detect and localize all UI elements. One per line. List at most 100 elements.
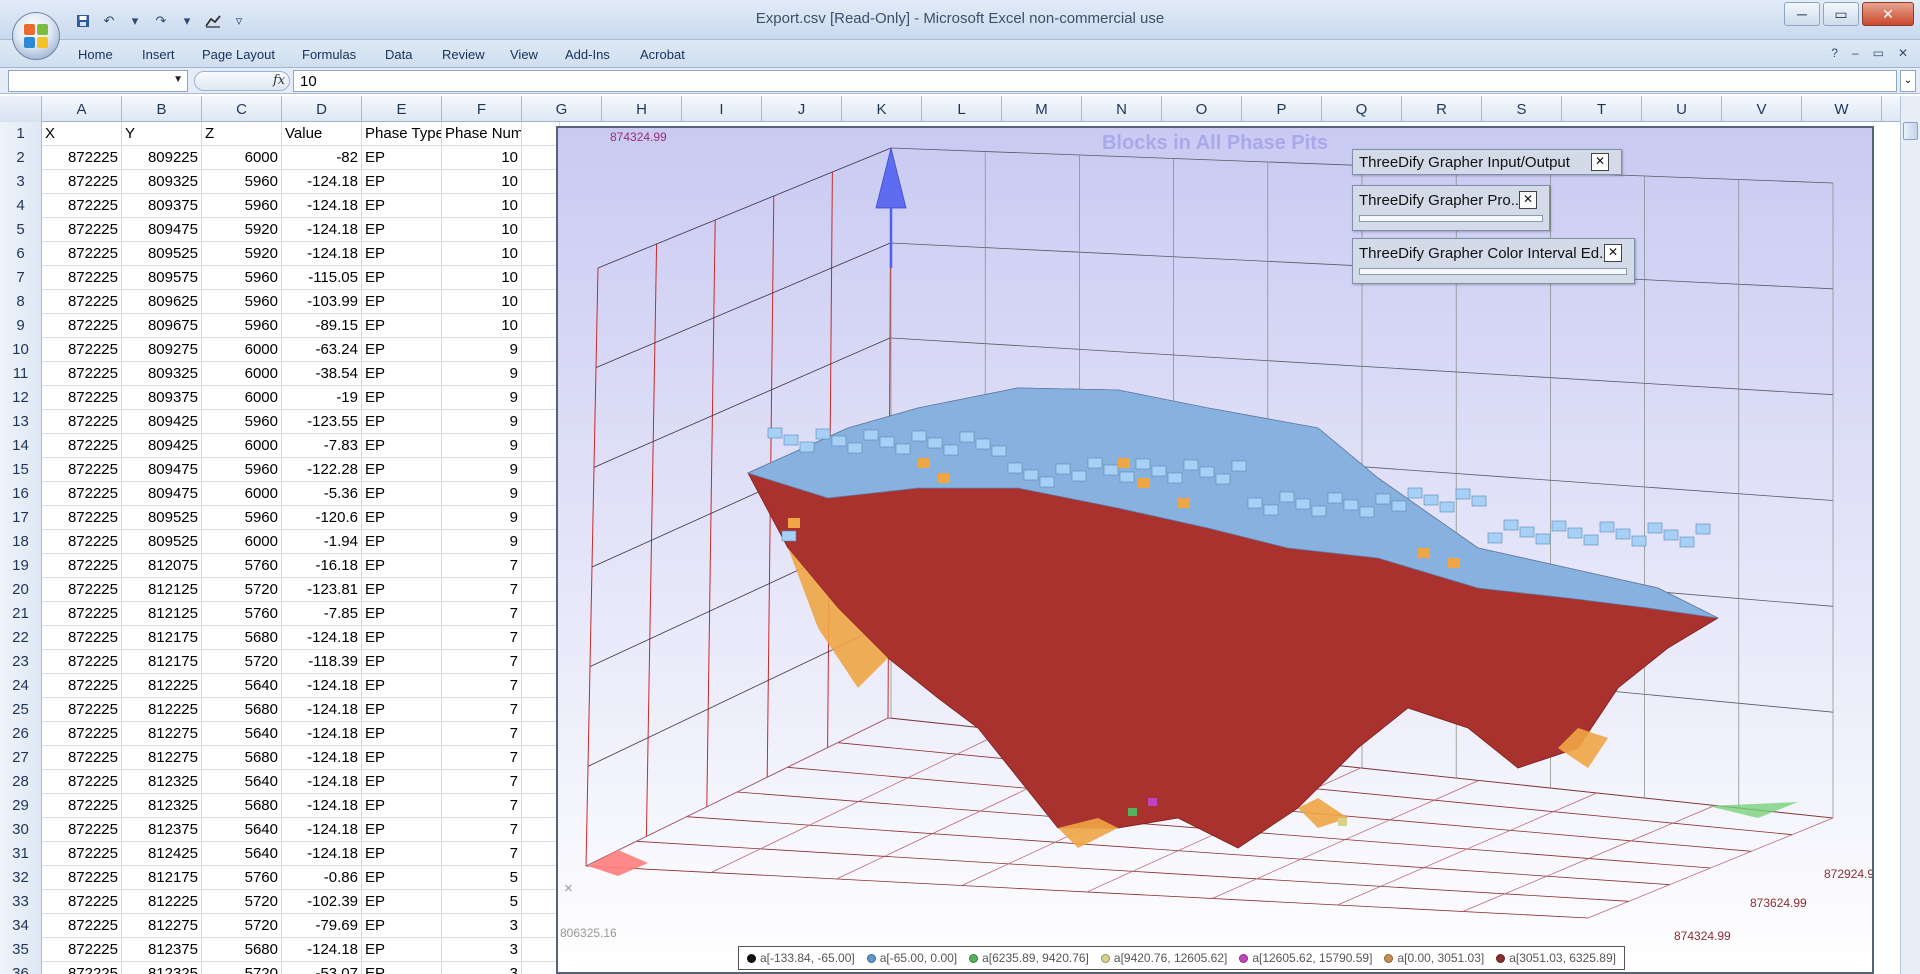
grid-cell[interactable] (522, 914, 560, 938)
grid-cell[interactable]: 809525 (122, 530, 202, 554)
grid-cell[interactable]: 5960 (202, 506, 282, 530)
grid-cell[interactable]: 872225 (42, 962, 122, 974)
grid-cell[interactable] (522, 698, 560, 722)
grid-cell[interactable]: 809225 (122, 146, 202, 170)
grid-cell[interactable]: 7 (442, 818, 522, 842)
grid-cell[interactable]: 809475 (122, 218, 202, 242)
grid-cell[interactable]: -1.94 (282, 530, 362, 554)
tab-add-ins[interactable]: Add-Ins (565, 47, 610, 62)
grid-cell[interactable]: 9 (442, 410, 522, 434)
scrollbar-thumb[interactable] (1903, 122, 1918, 140)
grid-cell[interactable] (522, 362, 560, 386)
grid-cell[interactable]: -115.05 (282, 266, 362, 290)
tab-insert[interactable]: Insert (142, 47, 175, 62)
grid-cell[interactable]: 809325 (122, 170, 202, 194)
grid-cell[interactable]: 3 (442, 962, 522, 974)
row-header[interactable]: 25 (0, 698, 42, 722)
grid-cell[interactable] (522, 794, 560, 818)
grid-cell[interactable]: 872225 (42, 770, 122, 794)
grid-cell[interactable]: 7 (442, 650, 522, 674)
grid-cell[interactable] (522, 458, 560, 482)
grid-cell[interactable]: EP (362, 842, 442, 866)
column-header[interactable]: O (1162, 96, 1242, 122)
grid-cell[interactable]: 5680 (202, 794, 282, 818)
grid-cell[interactable]: 809525 (122, 242, 202, 266)
grid-cell[interactable]: 5960 (202, 410, 282, 434)
row-header[interactable]: 27 (0, 746, 42, 770)
grid-cell[interactable]: 7 (442, 722, 522, 746)
grid-cell[interactable] (522, 266, 560, 290)
grid-cell[interactable]: Value (282, 122, 362, 146)
grid-cell[interactable]: 7 (442, 554, 522, 578)
grid-cell[interactable]: EP (362, 866, 442, 890)
grid-cell[interactable]: EP (362, 410, 442, 434)
row-header[interactable]: 1 (0, 122, 42, 146)
grid-cell[interactable]: 9 (442, 338, 522, 362)
grid-cell[interactable]: 6000 (202, 338, 282, 362)
grid-cell[interactable]: -0.86 (282, 866, 362, 890)
column-header[interactable]: S (1482, 96, 1562, 122)
grid-cell[interactable]: 872225 (42, 362, 122, 386)
grid-cell[interactable] (522, 866, 560, 890)
grid-cell[interactable]: 812375 (122, 938, 202, 962)
grid-cell[interactable]: 5960 (202, 194, 282, 218)
row-header[interactable]: 5 (0, 218, 42, 242)
row-header[interactable]: 20 (0, 578, 42, 602)
grid-cell[interactable]: 6000 (202, 362, 282, 386)
grid-cell[interactable]: 812225 (122, 698, 202, 722)
grid-cell[interactable]: -124.18 (282, 746, 362, 770)
grid-cell[interactable]: 10 (442, 218, 522, 242)
row-header[interactable]: 2 (0, 146, 42, 170)
grid-cell[interactable]: Phase Number (442, 122, 522, 146)
grid-cell[interactable]: 872225 (42, 866, 122, 890)
grid-cell[interactable]: 5760 (202, 554, 282, 578)
insert-function-icon[interactable]: fx (273, 73, 285, 88)
grid-cell[interactable]: 5960 (202, 314, 282, 338)
grid-cell[interactable]: 872225 (42, 530, 122, 554)
grid-cell[interactable]: 872225 (42, 506, 122, 530)
row-header[interactable]: 8 (0, 290, 42, 314)
row-header[interactable]: 9 (0, 314, 42, 338)
grid-cell[interactable]: 872225 (42, 602, 122, 626)
row-header[interactable]: 23 (0, 650, 42, 674)
grid-cell[interactable]: EP (362, 650, 442, 674)
grid-cell[interactable]: 812275 (122, 746, 202, 770)
grid-cell[interactable]: 809425 (122, 434, 202, 458)
column-header[interactable]: C (202, 96, 282, 122)
grid-cell[interactable]: EP (362, 290, 442, 314)
help-icon[interactable]: ? (1831, 46, 1838, 60)
column-header[interactable]: P (1242, 96, 1322, 122)
grid-cell[interactable]: 872225 (42, 434, 122, 458)
grid-cell[interactable]: 872225 (42, 170, 122, 194)
color-interval-close-icon[interactable]: ✕ (1604, 244, 1622, 262)
row-header[interactable]: 16 (0, 482, 42, 506)
grid-cell[interactable]: EP (362, 770, 442, 794)
grid-cell[interactable]: EP (362, 554, 442, 578)
grid-cell[interactable]: 10 (442, 146, 522, 170)
grid-cell[interactable] (522, 602, 560, 626)
grid-cell[interactable]: 872225 (42, 650, 122, 674)
grid-cell[interactable] (522, 290, 560, 314)
grid-cell[interactable]: 9 (442, 362, 522, 386)
grid-cell[interactable]: 812425 (122, 842, 202, 866)
close-button[interactable]: ✕ (1862, 2, 1914, 26)
grid-cell[interactable]: 7 (442, 770, 522, 794)
grid-cell[interactable]: EP (362, 578, 442, 602)
grid-cell[interactable]: 5680 (202, 698, 282, 722)
grid-cell[interactable]: 7 (442, 674, 522, 698)
row-header[interactable]: 10 (0, 338, 42, 362)
grid-cell[interactable]: 3 (442, 914, 522, 938)
grid-cell[interactable]: -120.6 (282, 506, 362, 530)
grid-cell[interactable]: EP (362, 386, 442, 410)
grid-cell[interactable]: 9 (442, 482, 522, 506)
grid-cell[interactable]: 6000 (202, 482, 282, 506)
grid-cell[interactable]: 872225 (42, 914, 122, 938)
row-header[interactable]: 30 (0, 818, 42, 842)
input-output-window[interactable]: ThreeDify Grapher Input/Output ✕ (1352, 149, 1622, 175)
grid-cell[interactable]: EP (362, 602, 442, 626)
grid-cell[interactable]: EP (362, 194, 442, 218)
grid-cell[interactable]: -89.15 (282, 314, 362, 338)
row-header[interactable]: 14 (0, 434, 42, 458)
grid-cell[interactable]: 10 (442, 266, 522, 290)
tab-acrobat[interactable]: Acrobat (640, 47, 685, 62)
